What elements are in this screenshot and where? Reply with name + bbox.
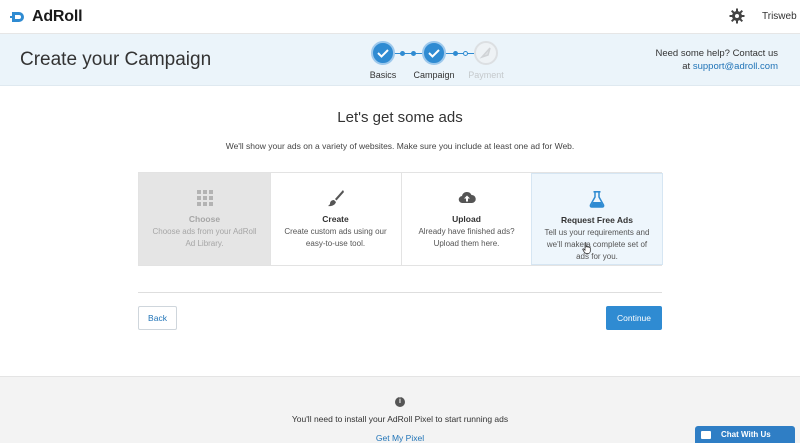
top-nav: AdRoll Trisweb [0,0,800,34]
option-title: Request Free Ads [561,215,633,225]
step-campaign-label[interactable]: Campaign [404,70,464,80]
step-payment-circle [474,41,498,65]
option-request-free-ads[interactable]: Request Free Ads Tell us your requiremen… [531,173,663,265]
page-title: Create your Campaign [20,49,212,70]
grid-icon [196,190,213,206]
support-email-link[interactable]: support@adroll.com [693,61,778,72]
step-dot [453,51,458,56]
step-dot [400,51,405,56]
option-title: Upload [452,214,481,224]
step-campaign-circle[interactable] [422,41,446,65]
option-choose[interactable]: Choose Choose ads from your AdRoll Ad Li… [139,173,270,265]
pixel-message: You'll need to install your AdRoll Pixel… [291,414,509,424]
adroll-logo-icon [10,12,24,22]
section-divider [138,292,662,293]
step-dot [411,51,416,56]
step-connector [446,53,474,54]
option-description: Tell us your requirements and we'll make… [544,228,650,261]
section-subtitle: We'll show your ads on a variety of webs… [225,141,575,151]
adroll-logo[interactable]: AdRoll [10,8,83,26]
rocket-icon [479,47,491,59]
option-title: Create [322,214,349,224]
flask-icon [589,191,605,208]
help-email-line: at support@adroll.com [655,60,778,73]
chat-label: Chat With Us [721,430,771,439]
pixel-footer: i You'll need to install your AdRoll Pix… [0,376,800,443]
get-my-pixel-link[interactable]: Get My Pixel [0,433,800,443]
hand-cursor-icon [582,242,591,254]
section-title: Let's get some ads [337,109,463,126]
checkmark-icon [377,49,389,58]
progress-stepper: Basics Campaign Payment [360,40,520,84]
logo-text: AdRoll [32,8,83,25]
chat-bubble-icon [701,430,711,439]
cloud-upload-icon [458,191,476,204]
step-payment-label: Payment [468,70,504,80]
option-create[interactable]: Create Create custom ads using our easy-… [270,173,401,265]
gear-icon[interactable] [729,8,745,24]
user-menu[interactable]: Trisweb [762,11,797,22]
paintbrush-icon [327,190,344,207]
info-icon: i [395,397,405,407]
step-basics-circle[interactable] [371,41,395,65]
chat-with-us-button[interactable]: Chat With Us [695,426,795,443]
help-text: Need some help? Contact us [655,48,778,59]
option-description: Already have finished ads? Upload them h… [418,227,515,248]
continue-button[interactable]: Continue [606,306,662,330]
step-dot [463,51,468,56]
help-contact: Need some help? Contact us at support@ad… [655,47,778,73]
checkmark-icon [428,49,440,58]
help-prefix: at [682,61,691,72]
campaign-header: Create your Campaign Basics Campaign Pay… [0,34,800,86]
back-button[interactable]: Back [138,306,177,330]
option-description: Create custom ads using our easy-to-use … [284,227,387,248]
option-title: Choose [188,214,221,224]
option-description: Choose ads from your AdRoll Ad Library. [152,227,257,248]
option-upload[interactable]: Upload Already have finished ads? Upload… [401,173,532,265]
